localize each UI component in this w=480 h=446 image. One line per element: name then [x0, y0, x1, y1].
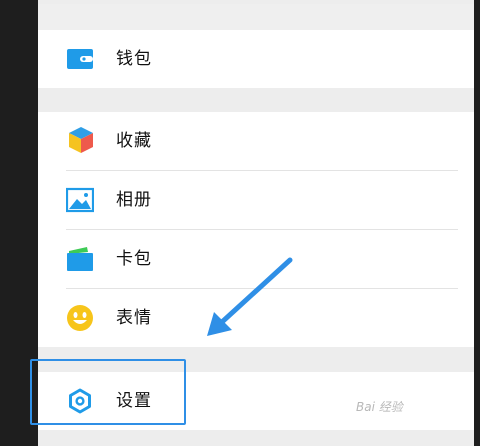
watermark: Bai 经验 — [356, 400, 403, 414]
annotation-arrow-icon — [207, 257, 293, 336]
